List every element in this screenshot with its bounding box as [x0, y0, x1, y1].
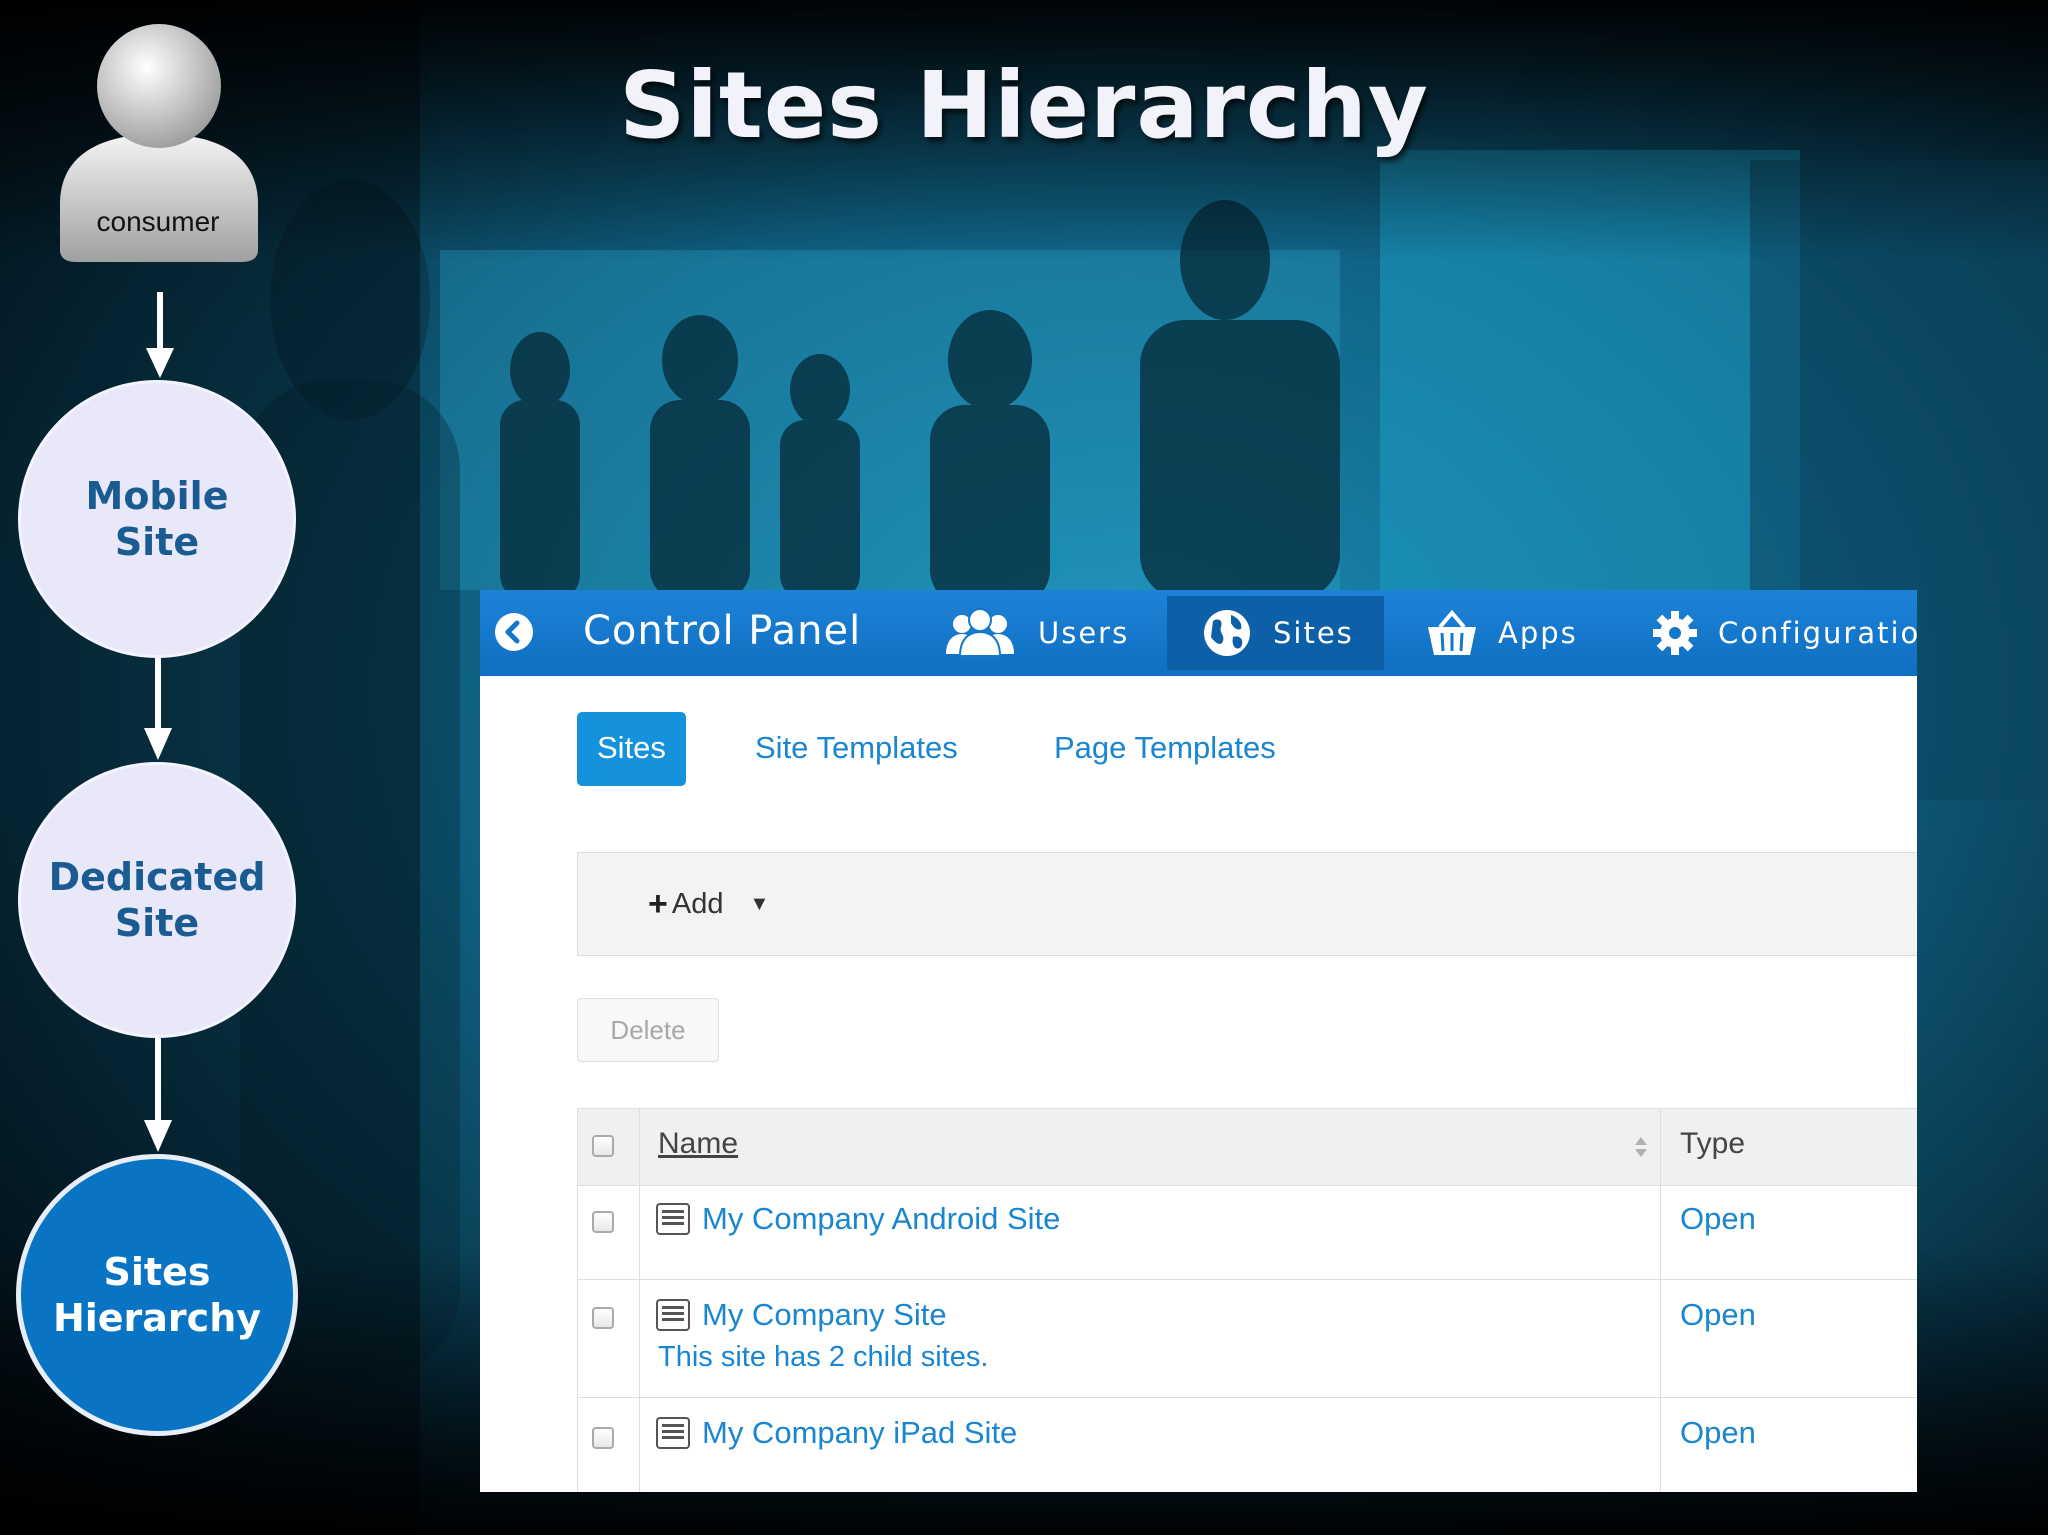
nav-apps[interactable]: Apps [1426, 596, 1578, 670]
globe-icon [1204, 610, 1250, 656]
column-header-name[interactable]: Name [658, 1127, 738, 1161]
basket-icon [1428, 609, 1476, 655]
sort-icon[interactable] [1634, 1135, 1648, 1159]
nav-configuration[interactable]: Configuration [1652, 596, 1917, 670]
row-checkbox[interactable] [592, 1307, 614, 1329]
nav-configuration-label: Configuration [1718, 616, 1917, 650]
flow-arrow [146, 292, 174, 378]
row-checkbox[interactable] [592, 1427, 614, 1449]
site-type-link[interactable]: Open [1680, 1297, 1756, 1333]
column-header-type: Type [1680, 1127, 1746, 1160]
delete-button[interactable]: Delete [577, 998, 719, 1062]
flow-node-dedicated-site: Dedicated Site [18, 762, 296, 1038]
child-sites-note[interactable]: This site has 2 child sites. [658, 1341, 988, 1374]
flow-node-sites-hierarchy: Sites Hierarchy [16, 1154, 298, 1436]
chevron-left-icon[interactable] [494, 612, 534, 652]
site-type-link[interactable]: Open [1680, 1201, 1756, 1237]
plus-icon: + [648, 885, 668, 923]
site-icon [656, 1417, 690, 1449]
control-panel-screenshot: Control Panel Users Sites Apps Configura… [480, 590, 1917, 1492]
table-header: Name Type [578, 1109, 1917, 1186]
table-row: My Company Site This site has 2 child si… [578, 1279, 1917, 1398]
select-all-checkbox[interactable] [592, 1135, 614, 1157]
site-icon [656, 1299, 690, 1331]
site-link[interactable]: My Company iPad Site [702, 1415, 1017, 1451]
row-checkbox[interactable] [592, 1211, 614, 1233]
control-panel-topbar: Control Panel Users Sites Apps Configura… [480, 590, 1917, 676]
control-panel-title: Control Panel [583, 608, 862, 654]
gear-icon [1653, 611, 1697, 655]
add-button[interactable]: + Add ▼ [648, 885, 769, 924]
persona-label: consumer [96, 206, 220, 237]
tab-sites[interactable]: Sites [577, 712, 686, 786]
slide-title: Sites Hierarchy [619, 52, 1429, 159]
site-type-link[interactable]: Open [1680, 1415, 1756, 1451]
table-row: My Company iPad Site Open [578, 1397, 1917, 1492]
tab-page-templates[interactable]: Page Templates [1054, 712, 1276, 786]
site-link[interactable]: My Company Android Site [702, 1201, 1060, 1237]
users-icon [946, 608, 1014, 657]
table-row: My Company Android Site Open [578, 1185, 1917, 1280]
site-icon [656, 1203, 690, 1235]
flow-arrow [144, 658, 172, 760]
tab-site-templates[interactable]: Site Templates [755, 712, 958, 786]
flow-node-mobile-site: Mobile Site [18, 380, 296, 658]
nav-apps-label: Apps [1498, 616, 1578, 650]
nav-sites[interactable]: Sites [1167, 596, 1384, 670]
sites-table: Name Type My Company Android Site Open M… [577, 1108, 1917, 1492]
nav-users[interactable]: Users [942, 596, 1129, 670]
nav-sites-label: Sites [1273, 616, 1354, 650]
site-link[interactable]: My Company Site [702, 1297, 947, 1333]
nav-users-label: Users [1038, 616, 1130, 650]
caret-down-icon: ▼ [749, 893, 770, 915]
flow-arrow [144, 1038, 172, 1152]
sites-toolbar: + Add ▼ [577, 852, 1917, 956]
add-label: Add [671, 888, 724, 920]
